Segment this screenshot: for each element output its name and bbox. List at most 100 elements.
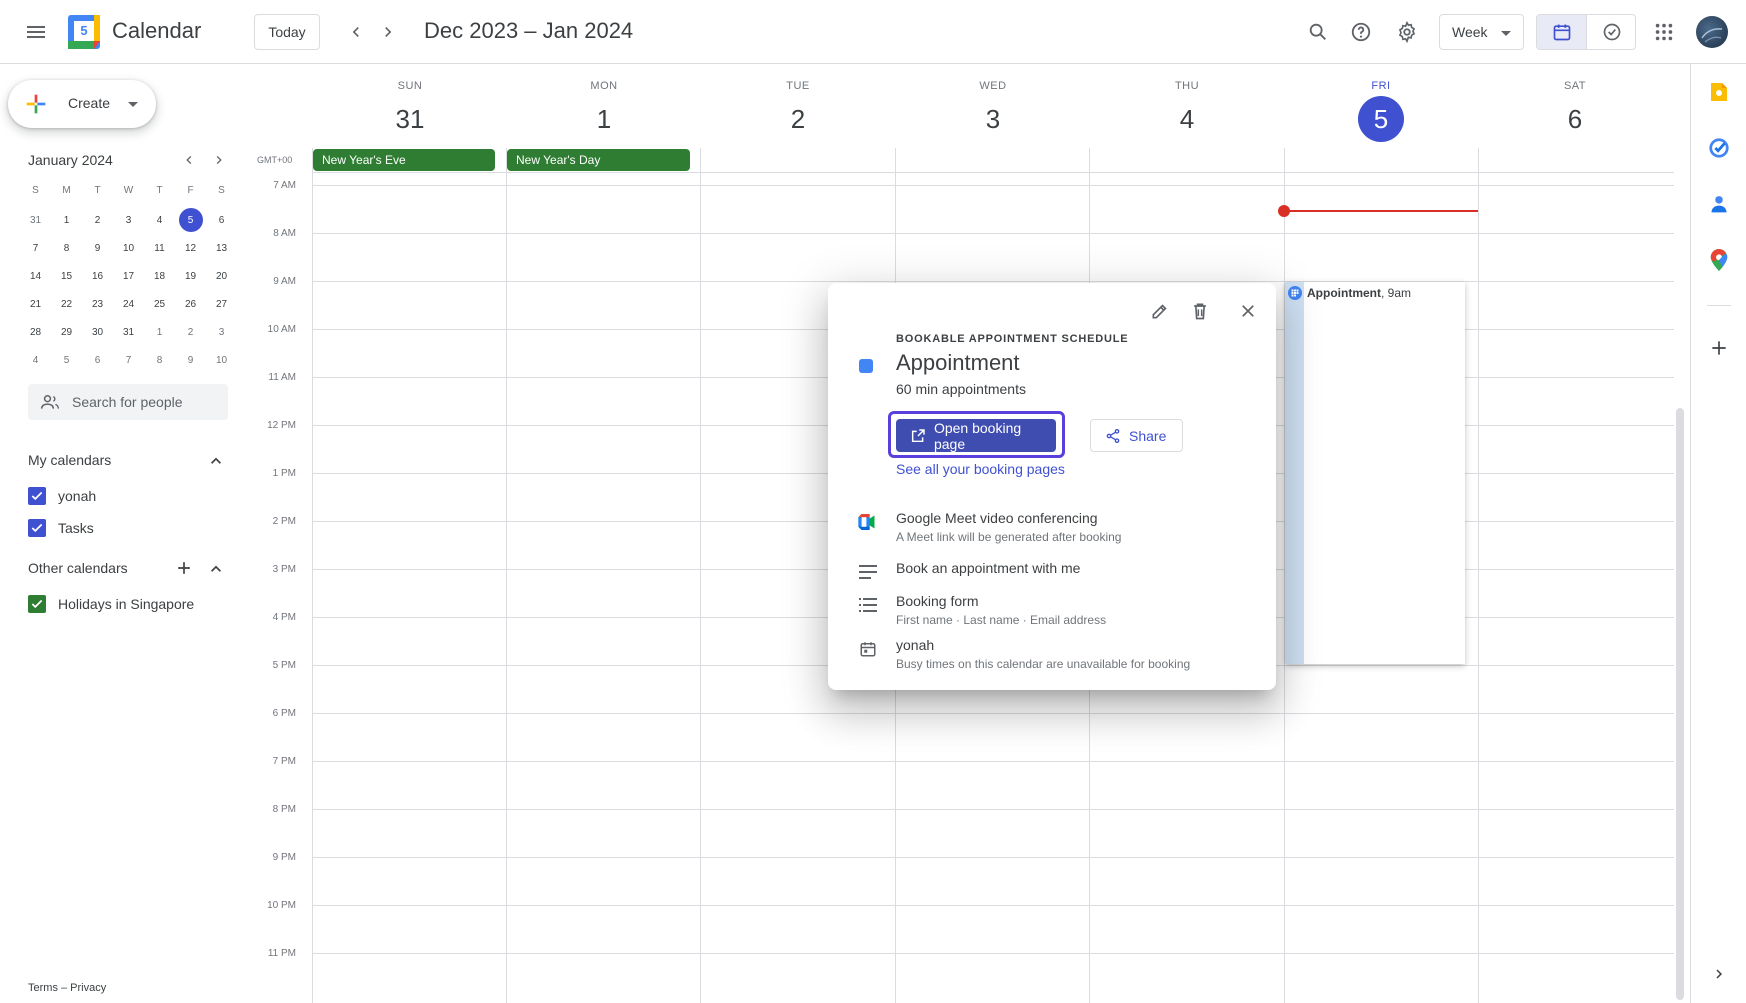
day-header-wed[interactable]: WED 3	[896, 80, 1090, 142]
view-selector[interactable]: Week	[1439, 14, 1524, 50]
keep-button[interactable]	[1705, 78, 1733, 106]
see-all-booking-pages-link[interactable]: See all your booking pages	[896, 461, 1065, 477]
mini-day[interactable]: 3	[206, 318, 237, 346]
mini-day[interactable]: 17	[113, 262, 144, 290]
create-button[interactable]: Create	[8, 80, 156, 128]
checkbox-checked-icon[interactable]	[28, 595, 46, 613]
mini-day[interactable]: 10	[206, 346, 237, 374]
mini-day[interactable]: 11	[144, 234, 175, 262]
collapse-other-calendars-button[interactable]	[206, 559, 226, 579]
mini-day[interactable]: 2	[82, 206, 113, 234]
mini-day[interactable]: 12	[175, 234, 206, 262]
mini-day[interactable]: 10	[113, 234, 144, 262]
mini-day[interactable]: 27	[206, 290, 237, 318]
mini-day[interactable]: 7	[113, 346, 144, 374]
day-header-sun[interactable]: SUN 31	[313, 80, 507, 142]
checkbox-checked-icon[interactable]	[28, 519, 46, 537]
day-number[interactable]: 3	[970, 96, 1016, 142]
day-header-sat[interactable]: SAT 6	[1478, 80, 1672, 142]
mini-day[interactable]: 8	[51, 234, 82, 262]
day-header-tue[interactable]: TUE 2	[701, 80, 895, 142]
day-number[interactable]: 1	[581, 96, 627, 142]
mini-day[interactable]: 31	[20, 206, 51, 234]
mini-day[interactable]: 24	[113, 290, 144, 318]
my-calendars-title[interactable]: My calendars	[28, 452, 111, 468]
mini-next-month-button[interactable]	[207, 148, 231, 172]
grid-scrollbar[interactable]	[1676, 408, 1684, 1000]
mini-day[interactable]: 14	[20, 262, 51, 290]
mini-day[interactable]: 26	[175, 290, 206, 318]
main-menu-button[interactable]	[16, 12, 56, 52]
apps-button[interactable]	[1644, 12, 1684, 52]
close-button[interactable]	[1230, 293, 1266, 329]
open-booking-page-button[interactable]: Open booking page	[896, 419, 1056, 452]
mini-day[interactable]: 13	[206, 234, 237, 262]
delete-button[interactable]	[1182, 293, 1218, 329]
calendar-toggle-holidays[interactable]: Holidays in Singapore	[28, 592, 194, 616]
mini-day[interactable]: 5	[51, 346, 82, 374]
mini-day[interactable]: 2	[175, 318, 206, 346]
search-people-input[interactable]: Search for people	[28, 384, 228, 420]
next-week-button[interactable]	[368, 12, 408, 52]
mini-day[interactable]: 31	[113, 318, 144, 346]
contacts-button[interactable]	[1705, 190, 1733, 218]
mini-prev-month-button[interactable]	[177, 148, 201, 172]
checkbox-checked-icon[interactable]	[28, 487, 46, 505]
help-button[interactable]	[1341, 12, 1381, 52]
account-avatar[interactable]	[1696, 16, 1728, 48]
mini-day[interactable]: 21	[20, 290, 51, 318]
collapse-my-calendars-button[interactable]	[206, 451, 226, 471]
mini-day[interactable]: 6	[206, 206, 237, 234]
day-header-fri-today[interactable]: FRI 5	[1284, 80, 1478, 142]
mini-day[interactable]: 6	[82, 346, 113, 374]
calendar-toggle-tasks[interactable]: Tasks	[28, 516, 94, 540]
hide-side-panel-button[interactable]	[1705, 960, 1733, 988]
other-calendars-title[interactable]: Other calendars	[28, 560, 128, 576]
mini-day[interactable]: 30	[82, 318, 113, 346]
settings-button[interactable]	[1387, 12, 1427, 52]
get-addons-button[interactable]	[1705, 334, 1733, 362]
mini-day[interactable]: 28	[20, 318, 51, 346]
mini-day[interactable]: 1	[51, 206, 82, 234]
mini-day[interactable]: 16	[82, 262, 113, 290]
edit-button[interactable]	[1142, 293, 1178, 329]
mini-day[interactable]: 1	[144, 318, 175, 346]
day-header-mon[interactable]: MON 1	[507, 80, 701, 142]
mini-day[interactable]: 4	[20, 346, 51, 374]
mini-day[interactable]: 23	[82, 290, 113, 318]
calendar-mode-button[interactable]	[1537, 15, 1587, 49]
mini-day-today[interactable]: 5	[175, 206, 206, 234]
day-number[interactable]: 2	[775, 96, 821, 142]
day-number-today[interactable]: 5	[1358, 96, 1404, 142]
mini-day[interactable]: 19	[175, 262, 206, 290]
mini-day[interactable]: 9	[82, 234, 113, 262]
mini-day[interactable]: 18	[144, 262, 175, 290]
calendar-toggle-yonah[interactable]: yonah	[28, 484, 96, 508]
mini-day[interactable]: 7	[20, 234, 51, 262]
day-header-thu[interactable]: THU 4	[1090, 80, 1284, 142]
calendar-logo[interactable]: 5	[68, 15, 100, 49]
all-day-event[interactable]: New Year's Eve	[313, 149, 495, 171]
today-button[interactable]: Today	[254, 14, 320, 50]
mini-day[interactable]: 9	[175, 346, 206, 374]
mini-day[interactable]: 3	[113, 206, 144, 234]
maps-button[interactable]	[1705, 246, 1733, 274]
terms-privacy-links[interactable]: Terms – Privacy	[28, 982, 106, 994]
mini-day[interactable]: 8	[144, 346, 175, 374]
add-other-calendar-button[interactable]	[174, 558, 194, 578]
search-button[interactable]	[1298, 12, 1338, 52]
mini-day[interactable]: 4	[144, 206, 175, 234]
mini-day[interactable]: 20	[206, 262, 237, 290]
mini-day[interactable]: 15	[51, 262, 82, 290]
mini-day[interactable]: 25	[144, 290, 175, 318]
day-number[interactable]: 4	[1164, 96, 1210, 142]
appointment-event[interactable]: Appointment, 9am	[1285, 282, 1465, 664]
all-day-event[interactable]: New Year's Day	[507, 149, 690, 171]
mini-day[interactable]: 22	[51, 290, 82, 318]
day-number[interactable]: 31	[387, 96, 433, 142]
share-button[interactable]: Share	[1090, 419, 1183, 452]
tasks-button[interactable]	[1705, 134, 1733, 162]
tasks-mode-button[interactable]	[1587, 15, 1635, 49]
day-number[interactable]: 6	[1552, 96, 1598, 142]
mini-day[interactable]: 29	[51, 318, 82, 346]
